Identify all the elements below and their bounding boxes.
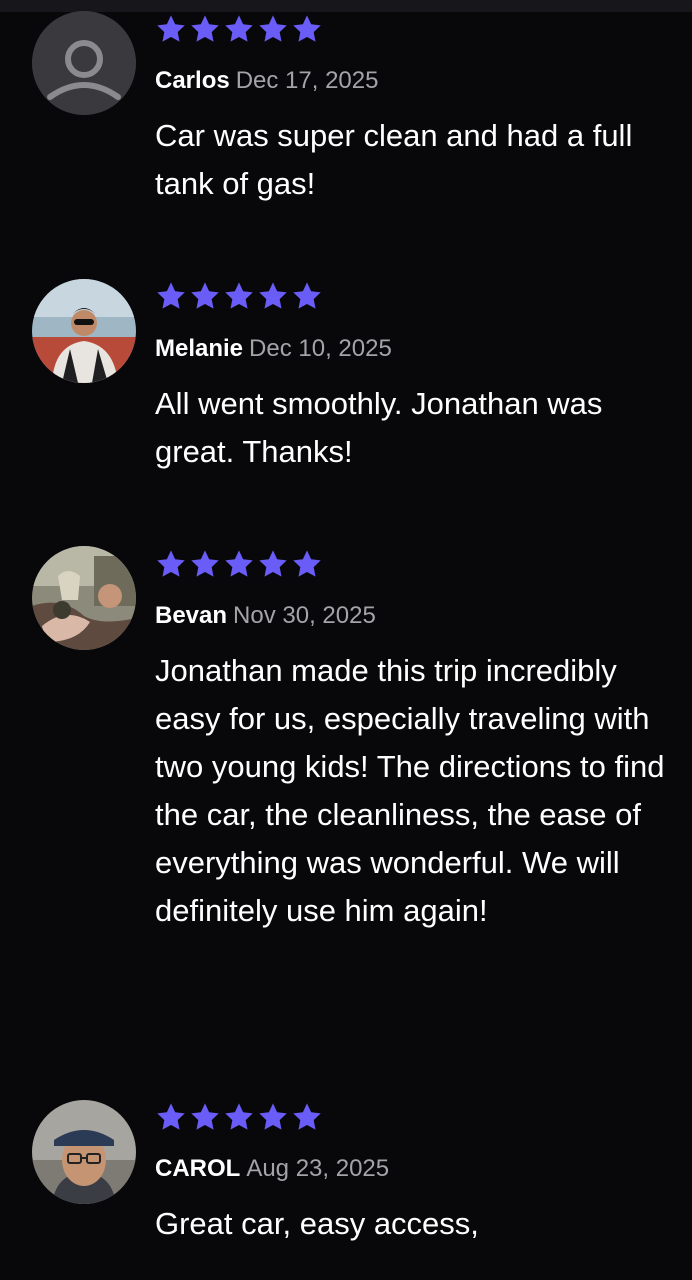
review-meta: Carlos Dec 17, 2025 (155, 66, 378, 96)
star-icon (189, 548, 221, 580)
user-avatar-photo[interactable] (32, 279, 136, 383)
star-icon (291, 280, 323, 312)
star-icon (155, 548, 187, 580)
review-text: Car was super clean and had a full tank … (155, 118, 633, 201)
user-avatar-photo[interactable] (32, 546, 136, 650)
star-icon (291, 13, 323, 45)
star-icon (257, 1101, 289, 1133)
star-icon (189, 280, 221, 312)
star-icon (257, 280, 289, 312)
star-icon (189, 13, 221, 45)
star-icon (257, 548, 289, 580)
star-icon (223, 280, 255, 312)
star-icon (155, 280, 187, 312)
review-date: Aug 23, 2025 (246, 1155, 390, 1182)
review-meta: Melanie Dec 10, 2025 (155, 334, 392, 364)
review-text: Great car, easy access, (155, 1206, 479, 1241)
star-icon (155, 1101, 187, 1133)
star-icon (291, 1101, 323, 1133)
star-icon (189, 1101, 221, 1133)
star-rating (155, 1101, 323, 1133)
reviewer-name[interactable]: Bevan (155, 602, 227, 629)
review-meta: Bevan Nov 30, 2025 (155, 601, 376, 631)
star-rating (155, 548, 323, 580)
top-bar (0, 0, 692, 12)
review-text: Jonathan made this trip incredibly easy … (155, 653, 665, 928)
user-avatar-photo[interactable] (32, 1100, 136, 1204)
star-icon (223, 13, 255, 45)
star-icon (223, 1101, 255, 1133)
star-rating (155, 13, 323, 45)
star-icon (291, 548, 323, 580)
reviewer-name[interactable]: Melanie (155, 335, 243, 362)
star-icon (155, 13, 187, 45)
review-date: Nov 30, 2025 (233, 602, 376, 629)
default-user-icon[interactable] (32, 11, 136, 115)
review-date: Dec 17, 2025 (235, 67, 379, 94)
review-text: All went smoothly. Jonathan was great. T… (155, 386, 603, 469)
review-meta: CAROL Aug 23, 2025 (155, 1154, 389, 1184)
star-rating (155, 280, 323, 312)
review-date: Dec 10, 2025 (249, 335, 392, 362)
reviewer-name[interactable]: CAROL (155, 1155, 240, 1182)
star-icon (223, 548, 255, 580)
star-icon (257, 13, 289, 45)
reviewer-name[interactable]: Carlos (155, 67, 230, 94)
